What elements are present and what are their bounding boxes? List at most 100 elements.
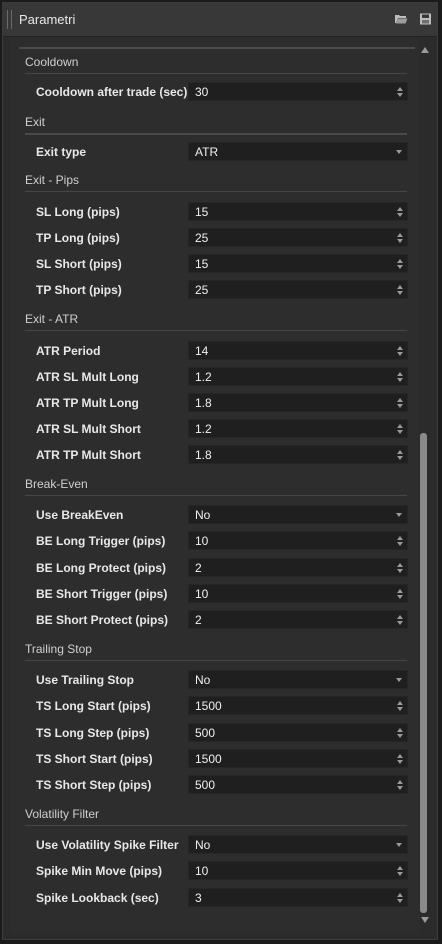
param-input-ts-short-start-pips[interactable]: 1500 (188, 749, 408, 768)
param-dropdown-exit-type[interactable]: ATR (188, 142, 408, 161)
save-disk-icon[interactable] (419, 13, 433, 25)
spinner-arrows-icon[interactable] (397, 449, 403, 461)
param-label-sl-short-pips: SL Short (pips) (36, 257, 122, 271)
section-header-exit: Exit (25, 115, 46, 129)
param-input-ts-long-step-pips[interactable]: 500 (188, 723, 408, 742)
section-header-volatility-filter: Volatility Filter (25, 807, 100, 821)
section-header-trailing-stop: Trailing Stop (25, 642, 92, 656)
param-label-spike-min-move-pips: Spike Min Move (pips) (36, 864, 163, 878)
param-value: 2 (195, 613, 202, 627)
section-header-exit-pips: Exit - Pips (25, 173, 80, 187)
param-label-ts-short-start-pips: TS Short Start (pips) (36, 752, 153, 766)
param-label-atr-sl-mult-short: ATR SL Mult Short (36, 422, 141, 436)
panel-titlebar[interactable]: Parametri (3, 3, 437, 37)
param-input-atr-tp-mult-long[interactable]: 1.8 (188, 393, 408, 412)
param-input-atr-tp-mult-short[interactable]: 1.8 (188, 445, 408, 464)
top-divider (19, 47, 415, 49)
param-input-spike-min-move-pips[interactable]: 10 (188, 861, 408, 880)
param-label-ts-short-step-pips: TS Short Step (pips) (36, 778, 152, 792)
param-label-use-volatility-spike-filter: Use Volatility Spike Filter (36, 838, 179, 852)
dropdown-arrow-icon[interactable] (396, 843, 402, 847)
spinner-arrows-icon[interactable] (397, 345, 403, 357)
spinner-arrows-icon[interactable] (397, 562, 403, 574)
param-dropdown-use-trailing-stop[interactable]: No (188, 670, 408, 689)
param-label-be-long-trigger-pips: BE Long Trigger (pips) (36, 534, 166, 548)
param-input-ts-long-start-pips[interactable]: 1500 (188, 696, 408, 715)
dropdown-arrow-icon[interactable] (396, 513, 402, 517)
param-input-be-long-protect-pips[interactable]: 2 (188, 558, 408, 577)
section-divider (25, 73, 407, 74)
param-input-spike-lookback-sec[interactable]: 3 (188, 888, 408, 907)
param-value: 1.2 (195, 422, 212, 436)
param-input-atr-sl-mult-long[interactable]: 1.2 (188, 367, 408, 386)
scroll-down-arrow-icon[interactable] (421, 917, 429, 923)
folder-open-icon[interactable] (394, 13, 408, 25)
param-input-be-short-protect-pips[interactable]: 2 (188, 610, 408, 629)
param-input-cooldown-after-trade-sec[interactable]: 30 (188, 82, 408, 101)
param-label-be-short-trigger-pips: BE Short Trigger (pips) (36, 587, 168, 601)
param-value: 1500 (195, 699, 222, 713)
spinner-arrows-icon[interactable] (397, 614, 403, 626)
param-input-be-long-trigger-pips[interactable]: 10 (188, 531, 408, 550)
section-header-exit-atr: Exit - ATR (25, 312, 79, 326)
spinner-arrows-icon[interactable] (397, 284, 403, 296)
param-value: 25 (195, 283, 209, 297)
spinner-arrows-icon[interactable] (397, 588, 403, 600)
param-input-sl-short-pips[interactable]: 15 (188, 254, 408, 273)
scroll-up-arrow-icon[interactable] (421, 47, 429, 53)
spinner-arrows-icon[interactable] (397, 865, 403, 877)
section-header-break-even: Break-Even (25, 477, 88, 491)
param-value: 1500 (195, 752, 222, 766)
param-label-be-short-protect-pips: BE Short Protect (pips) (36, 613, 169, 627)
param-label-exit-type: Exit type (36, 145, 87, 159)
param-value: No (195, 508, 211, 522)
param-value: 15 (195, 257, 209, 271)
section-header-cooldown: Cooldown (25, 55, 79, 69)
param-label-atr-tp-mult-short: ATR TP Mult Short (36, 448, 141, 462)
param-value: 10 (195, 587, 209, 601)
spinner-arrows-icon[interactable] (397, 753, 403, 765)
spinner-arrows-icon[interactable] (397, 727, 403, 739)
spinner-arrows-icon[interactable] (397, 397, 403, 409)
param-value: 30 (195, 85, 209, 99)
dropdown-arrow-icon[interactable] (396, 150, 402, 154)
panel-title: Parametri (19, 12, 76, 27)
spinner-arrows-icon[interactable] (397, 258, 403, 270)
parameters-list[interactable]: Cooldown Cooldown after trade (sec) 30 Exit… (11, 39, 419, 933)
spinner-arrows-icon[interactable] (397, 86, 403, 98)
param-dropdown-use-breakeven[interactable]: No (188, 505, 408, 524)
param-input-tp-long-pips[interactable]: 25 (188, 228, 408, 247)
param-value: 1.8 (195, 448, 212, 462)
spinner-arrows-icon[interactable] (397, 371, 403, 383)
param-value: 2 (195, 561, 202, 575)
param-input-tp-short-pips[interactable]: 25 (188, 280, 408, 299)
spinner-arrows-icon[interactable] (397, 535, 403, 547)
param-value: 25 (195, 231, 209, 245)
param-value: No (195, 673, 211, 687)
spinner-arrows-icon[interactable] (397, 779, 403, 791)
parameters-panel: Parametri Cooldown Cooldown after trade (… (2, 2, 438, 940)
param-label-atr-period: ATR Period (36, 344, 101, 358)
param-label-atr-tp-mult-long: ATR TP Mult Long (36, 396, 139, 410)
param-input-sl-long-pips[interactable]: 15 (188, 202, 408, 221)
param-label-be-long-protect-pips: BE Long Protect (pips) (36, 561, 166, 575)
spinner-arrows-icon[interactable] (397, 423, 403, 435)
spinner-arrows-icon[interactable] (397, 892, 403, 904)
param-label-use-trailing-stop: Use Trailing Stop (36, 673, 135, 687)
section-divider (25, 330, 407, 331)
spinner-arrows-icon[interactable] (397, 232, 403, 244)
param-input-be-short-trigger-pips[interactable]: 10 (188, 584, 408, 603)
drag-grip-icon[interactable] (7, 10, 12, 29)
section-divider (25, 825, 407, 826)
param-value: 1.8 (195, 396, 212, 410)
spinner-arrows-icon[interactable] (397, 206, 403, 218)
param-input-atr-sl-mult-short[interactable]: 1.2 (188, 419, 408, 438)
scrollbar-thumb[interactable] (420, 433, 427, 913)
param-value: 500 (195, 726, 216, 740)
spinner-arrows-icon[interactable] (397, 700, 403, 712)
section-divider (25, 495, 407, 496)
param-dropdown-use-volatility-spike-filter[interactable]: No (188, 835, 408, 854)
dropdown-arrow-icon[interactable] (396, 678, 402, 682)
param-input-ts-short-step-pips[interactable]: 500 (188, 775, 408, 794)
param-input-atr-period[interactable]: 14 (188, 341, 408, 360)
